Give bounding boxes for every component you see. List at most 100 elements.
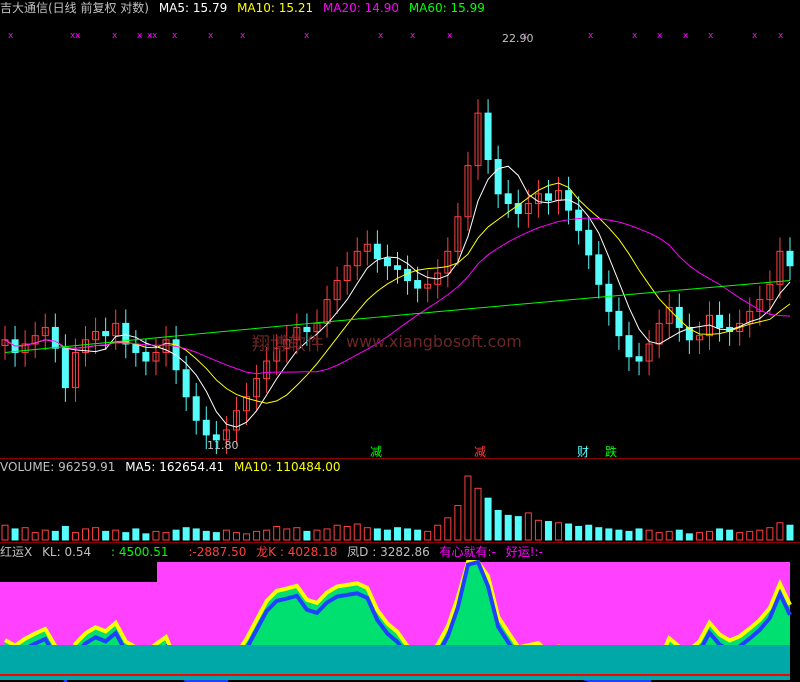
top-marker: x: [240, 31, 246, 41]
candle-body: [61, 347, 69, 389]
volume-bar: [313, 529, 321, 541]
candle-body: [51, 326, 59, 349]
volume-bar: [444, 517, 452, 541]
top-marker: x: [588, 31, 594, 41]
ma5-line: [4, 165, 791, 428]
volume-bar: [273, 525, 281, 541]
candle-body: [504, 193, 512, 205]
volume-bar: [705, 530, 713, 541]
volume-bar: [394, 527, 401, 541]
indicator-longk: 龙K : 4028.18: [256, 545, 338, 559]
low-price-label: 11.80: [207, 439, 239, 452]
moving-average-lines: [4, 165, 791, 428]
volume-bar: [112, 529, 120, 541]
indicator-area: [0, 559, 792, 682]
volume-bar: [675, 529, 683, 541]
volume-bar: [736, 532, 744, 541]
top-marker: x: [172, 31, 178, 41]
volume-bar: [152, 530, 160, 541]
volume-bar: [373, 528, 381, 541]
candle-body: [373, 243, 381, 259]
volume-bar: [333, 524, 341, 541]
volume-bar: [243, 533, 251, 541]
top-marker: x: [632, 31, 638, 41]
candle-body: [132, 343, 140, 353]
candle-body: [716, 314, 724, 328]
top-marker: x: [378, 31, 384, 41]
ma10-value: MA10: 15.21: [237, 1, 314, 15]
volume-bar: [565, 523, 573, 541]
volume-ma10: MA10: 110484.00: [233, 460, 341, 474]
volume-bar: [142, 533, 150, 541]
volume-bar: [71, 532, 79, 541]
indicator-name: 红运X: [0, 545, 33, 559]
volume-bar: [82, 528, 90, 541]
volume-bar: [655, 532, 663, 541]
top-marker: x: [683, 31, 689, 41]
top-marker: x: [708, 31, 714, 41]
top-marker: x: [112, 31, 118, 41]
candle-body: [575, 209, 583, 231]
volume-bar: [41, 529, 49, 541]
top-marker: x: [752, 31, 758, 41]
volume-bar: [92, 527, 100, 541]
volume-bar: [61, 525, 69, 541]
volume-value: VOLUME: 96259.91: [0, 460, 116, 474]
volume-bar: [162, 532, 170, 541]
candle-body: [142, 351, 150, 362]
ma5-value: MA5: 15.79: [158, 1, 228, 15]
volume-bar: [343, 525, 351, 541]
top-marker: x: [447, 31, 453, 41]
indicator-v1: : 4500.51: [111, 545, 169, 559]
volume-bar: [595, 527, 603, 541]
candle-body: [605, 283, 613, 312]
watermark-cn: 翔博软件: [252, 334, 324, 355]
volume-bar: [263, 529, 271, 541]
volume-bar: [685, 533, 693, 541]
indicator-v2: :-2887.50: [188, 545, 247, 559]
watermark-url: www.xiangbosoft.com: [346, 332, 522, 351]
volume-bar: [585, 524, 593, 541]
indicator-header: 红运X KL: 0.54 : 4500.51 :-2887.50 龙K : 40…: [0, 545, 549, 559]
volume-bar: [222, 529, 230, 541]
candle-body: [635, 356, 643, 362]
volume-bar: [464, 475, 472, 541]
volume-bar: [555, 522, 563, 541]
volume-bar: [21, 527, 29, 541]
top-marker: x: [410, 31, 416, 41]
volume-bar: [645, 529, 653, 541]
top-marker: x: [8, 31, 14, 41]
volume-bar: [192, 528, 200, 541]
indicator-text1: 有心就有:-: [439, 545, 496, 559]
volume-bar: [615, 529, 623, 541]
candle-body: [182, 369, 190, 398]
volume-bar: [695, 532, 703, 541]
candle-body: [494, 159, 502, 195]
pane-divider-1: [0, 458, 800, 459]
top-marker: x: [657, 31, 663, 41]
volume-bar: [494, 509, 502, 541]
candle-body: [202, 419, 210, 436]
volume-bar: [726, 529, 734, 541]
volume-bar: [424, 530, 432, 541]
volume-bar: [635, 528, 643, 541]
volume-bar: [434, 524, 442, 541]
top-marker: x: [304, 31, 310, 41]
candle-body: [414, 280, 422, 289]
volume-bar: [454, 505, 462, 541]
volume-ma5: MA5: 162654.41: [125, 460, 225, 474]
volume-bar: [474, 487, 482, 541]
price-candles: [1, 99, 794, 455]
volume-bar: [122, 532, 130, 541]
volume-bar: [51, 530, 59, 541]
indicator-feng: 凤D : 3282.86: [347, 545, 430, 559]
volume-bar: [232, 532, 240, 541]
high-price-label: 22.90: [502, 32, 534, 45]
candle-body: [625, 335, 633, 358]
volume-bar: [283, 528, 291, 541]
volume-bar: [102, 530, 110, 541]
volume-bar: [303, 530, 311, 541]
volume-header: VOLUME: 96259.91 MA5: 162654.41 MA10: 11…: [0, 460, 347, 474]
volume-bar: [575, 525, 583, 541]
pane-divider-2: [0, 542, 800, 543]
